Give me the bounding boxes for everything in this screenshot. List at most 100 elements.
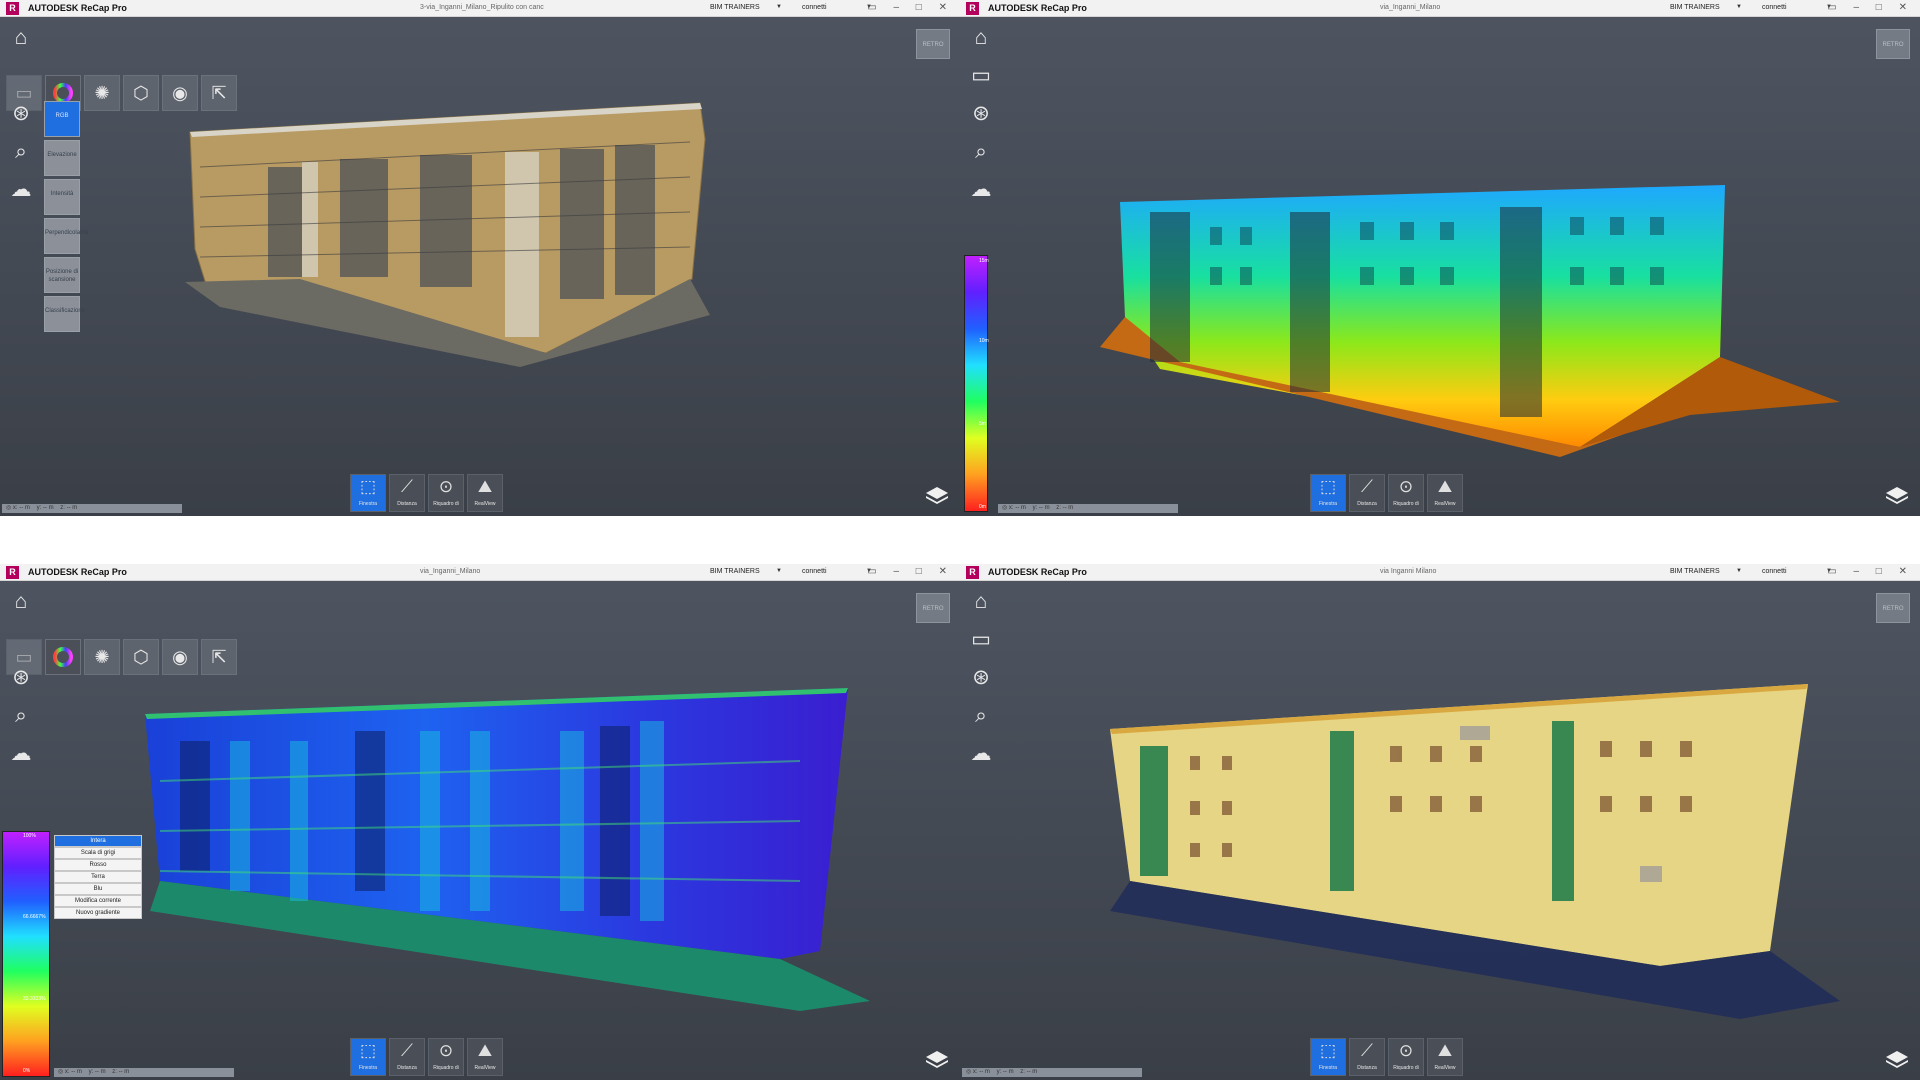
lightbulb-icon[interactable]: ✺ — [84, 639, 120, 675]
navigate-icon[interactable]: ⊛ — [6, 99, 36, 129]
gradient-option[interactable]: Rosso — [54, 859, 142, 871]
connect-menu[interactable]: connetti — [802, 4, 827, 11]
measure-distance-icon: ⟋ — [1361, 1041, 1373, 1060]
navigate-icon[interactable]: ⊛ — [966, 99, 996, 129]
gradient-option[interactable]: Modifica corrente — [54, 895, 142, 907]
chevron-down-icon[interactable]: ▼ — [776, 4, 782, 10]
cloud-icon[interactable]: ☁ — [966, 175, 996, 205]
user-menu[interactable]: BIM TRAINERS — [710, 568, 760, 575]
user-menu[interactable]: BIM TRAINERS — [1670, 568, 1720, 575]
recap-logo-icon: R — [6, 566, 19, 579]
color-mode-intensity[interactable]: Intensità — [44, 179, 80, 215]
app-title: AUTODESK ReCap Pro — [28, 3, 127, 13]
chevron-down-icon[interactable]: ▼ — [1736, 568, 1742, 574]
monitor-icon[interactable]: ▭ — [966, 61, 996, 91]
window-select-button[interactable]: ⬚ Finestra — [350, 474, 386, 512]
viewport[interactable]: ⌂ ▭ ⊛ ⌕ ☁ RETRO ⬚ Finestra ⟋ Distanza ⊙ Riq… — [960, 581, 1920, 1080]
home-icon[interactable]: ⌂ — [966, 587, 996, 617]
window-controls[interactable]: ▭ – □ ✕ — [867, 2, 954, 13]
view-cube[interactable]: RETRO — [916, 593, 950, 623]
distance-button[interactable]: ⟋ Distanza — [1349, 474, 1385, 512]
navigate-icon[interactable]: ⊛ — [966, 663, 996, 693]
connect-menu[interactable]: connetti — [1762, 4, 1787, 11]
home-icon[interactable]: ⌂ — [966, 23, 996, 53]
window-select-button[interactable]: ⬚ Finestra — [1310, 474, 1346, 512]
title-bar: R AUTODESK ReCap Pro via_Inganni_Milano … — [0, 564, 960, 581]
layers-icon[interactable] — [1884, 1048, 1910, 1070]
eye-icon[interactable]: ◉ — [162, 639, 198, 675]
search-icon[interactable]: ⌕ — [6, 701, 36, 731]
export-icon[interactable]: ⇱ — [201, 75, 237, 111]
search-icon[interactable]: ⌕ — [966, 701, 996, 731]
color-wheel-icon[interactable] — [45, 639, 81, 675]
view-cube[interactable]: RETRO — [1876, 29, 1910, 59]
window-select-button[interactable]: ⬚ Finestra — [350, 1038, 386, 1076]
chevron-down-icon[interactable]: ▼ — [776, 568, 782, 574]
gradient-option[interactable]: Scala di grigi — [54, 847, 142, 859]
connect-menu[interactable]: connetti — [802, 568, 827, 575]
clip-box-icon: ⊙ — [438, 477, 454, 496]
layers-icon[interactable] — [924, 484, 950, 506]
clip-box-button[interactable]: ⊙ Riquadro di — [428, 474, 464, 512]
color-mode-classification[interactable]: Classificazione — [44, 296, 85, 332]
user-menu[interactable]: BIM TRAINERS — [1670, 4, 1720, 11]
viewport[interactable]: ⌂ ▭ ✺ ⬡ ◉ ⇱ ⊛ ⌕ ☁ 100% 66.6667% 33.3333%… — [0, 581, 960, 1080]
realview-button[interactable]: ⛰ RealView — [467, 1038, 503, 1076]
search-icon[interactable]: ⌕ — [6, 137, 36, 167]
elevation-scale[interactable]: 15m 10m 5m 0m — [964, 255, 989, 512]
cube-icon[interactable]: ⬡ — [123, 639, 159, 675]
title-bar: R AUTODESK ReCap Pro via Inganni Milano … — [960, 564, 1920, 581]
cloud-icon[interactable]: ☁ — [6, 175, 36, 205]
measure-distance-icon: ⟋ — [1361, 477, 1373, 496]
realview-button[interactable]: ⛰ RealView — [467, 474, 503, 512]
window-select-icon: ⬚ — [1319, 477, 1337, 496]
color-mode-rgb[interactable]: RGB — [44, 101, 80, 137]
connect-menu[interactable]: connetti — [1762, 568, 1787, 575]
viewport[interactable]: ⌂ ▭ ⊛ ⌕ ☁ 15m 10m 5m 0m RETRO ⬚ Finestra … — [960, 17, 1920, 516]
gradient-option[interactable]: Intera — [54, 835, 142, 847]
cube-icon[interactable]: ⬡ — [123, 75, 159, 111]
monitor-icon[interactable]: ▭ — [966, 625, 996, 655]
navigate-icon[interactable]: ⊛ — [6, 663, 36, 693]
cloud-icon[interactable]: ☁ — [966, 739, 996, 769]
gradient-option[interactable]: Nuovo gradiente — [54, 907, 142, 919]
export-icon[interactable]: ⇱ — [201, 639, 237, 675]
home-icon[interactable]: ⌂ — [6, 587, 36, 617]
search-icon[interactable]: ⌕ — [966, 137, 996, 167]
gradient-option[interactable]: Terra — [54, 871, 142, 883]
window-select-button[interactable]: ⬚ Finestra — [1310, 1038, 1346, 1076]
user-menu[interactable]: BIM TRAINERS — [710, 4, 760, 11]
layers-icon[interactable] — [1884, 484, 1910, 506]
realview-button[interactable]: ⛰ RealView — [1427, 474, 1463, 512]
clip-box-button[interactable]: ⊙ Riquadro di — [428, 1038, 464, 1076]
layers-icon[interactable] — [924, 1048, 950, 1070]
clip-box-button[interactable]: ⊙ Riquadro di — [1388, 1038, 1424, 1076]
home-icon[interactable]: ⌂ — [6, 23, 36, 53]
distance-button[interactable]: ⟋ Distanza — [1349, 1038, 1385, 1076]
distance-button[interactable]: ⟋ Distanza — [389, 474, 425, 512]
clip-box-button[interactable]: ⊙ Riquadro di — [1388, 474, 1424, 512]
color-mode-scan-position[interactable]: Posizione di scansione — [44, 257, 80, 293]
viewport[interactable]: ⌂ ▭ ✺ ⬡ ◉ ⇱ ⊛ ⌕ ☁ RGB Elevazione Intensi… — [0, 17, 960, 516]
realview-button[interactable]: ⛰ RealView — [1427, 1038, 1463, 1076]
color-mode-elevation[interactable]: Elevazione — [44, 140, 80, 176]
view-cube[interactable]: RETRO — [1876, 593, 1910, 623]
recap-logo-icon: R — [6, 2, 19, 15]
chevron-down-icon[interactable]: ▼ — [1736, 4, 1742, 10]
window-controls[interactable]: ▭ – □ ✕ — [867, 566, 954, 577]
point-cloud-elevation[interactable] — [960, 17, 1920, 516]
point-cloud-normal[interactable] — [960, 581, 1920, 1080]
intensity-scale[interactable]: 100% 66.6667% 33.3333% 0% — [2, 831, 50, 1077]
clip-box-icon: ⊙ — [1398, 1041, 1414, 1060]
app-title: AUTODESK ReCap Pro — [28, 567, 127, 577]
lightbulb-icon[interactable]: ✺ — [84, 75, 120, 111]
window-controls[interactable]: ▭ – □ ✕ — [1827, 566, 1914, 577]
window-controls[interactable]: ▭ – □ ✕ — [1827, 2, 1914, 13]
eye-icon[interactable]: ◉ — [162, 75, 198, 111]
cloud-icon[interactable]: ☁ — [6, 739, 36, 769]
recap-window-rgb: R AUTODESK ReCap Pro 3-via_Inganni_Milan… — [0, 0, 960, 516]
color-mode-normal[interactable]: Perpendicolarità — [44, 218, 88, 254]
view-cube[interactable]: RETRO — [916, 29, 950, 59]
gradient-option[interactable]: Blu — [54, 883, 142, 895]
distance-button[interactable]: ⟋ Distanza — [389, 1038, 425, 1076]
